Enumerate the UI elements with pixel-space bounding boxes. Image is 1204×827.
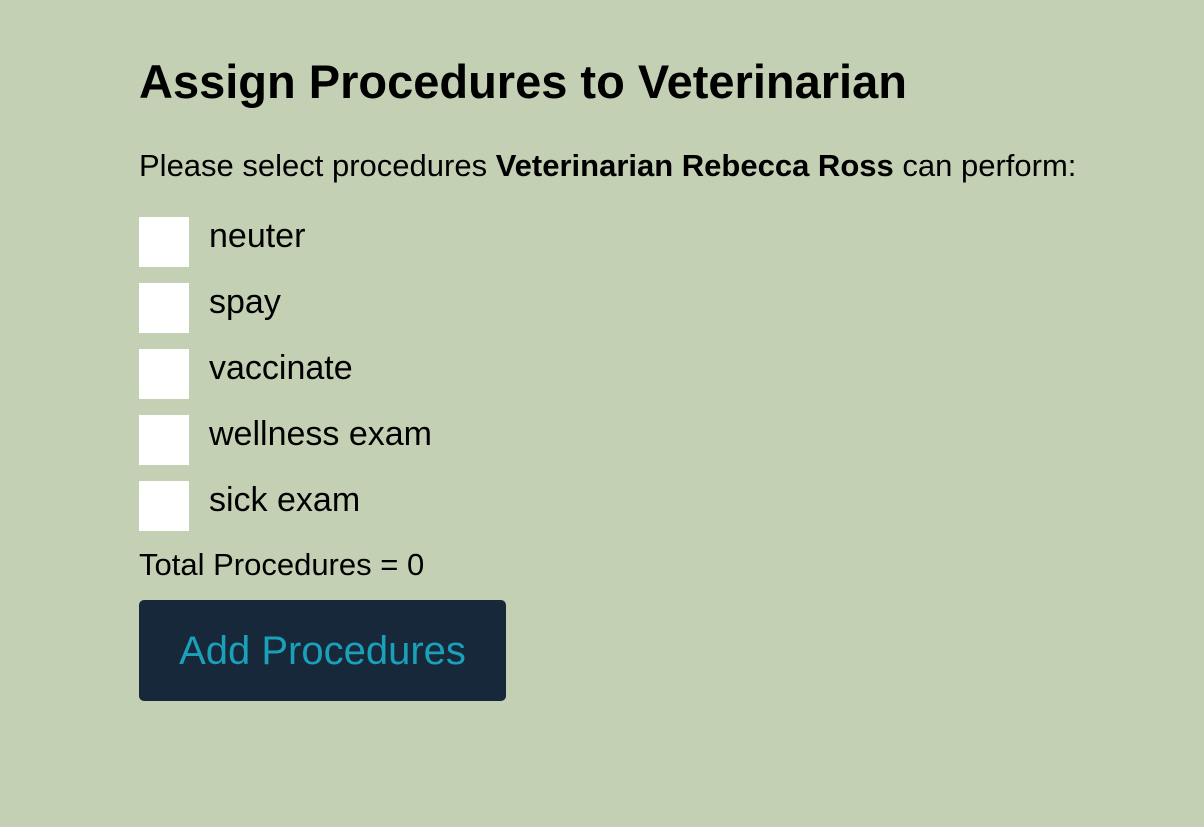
- veterinarian-name: Veterinarian Rebecca Ross: [495, 148, 894, 183]
- procedure-checkbox-vaccinate[interactable]: [139, 349, 189, 399]
- procedure-label: sick exam: [209, 481, 361, 519]
- procedure-checkbox-wellness-exam[interactable]: [139, 415, 189, 465]
- procedure-label: vaccinate: [209, 349, 353, 387]
- instruction-text: Please select procedures Veterinarian Re…: [139, 148, 1076, 184]
- procedure-label: wellness exam: [209, 415, 432, 453]
- total-procedures: Total Procedures = 0: [139, 547, 425, 582]
- instruction-prefix: Please select procedures: [139, 148, 496, 183]
- procedure-checkbox-neuter[interactable]: [139, 217, 189, 267]
- procedure-option-spay[interactable]: spay: [139, 283, 432, 333]
- procedure-label: neuter: [209, 217, 306, 255]
- procedure-checkbox-sick-exam[interactable]: [139, 481, 189, 531]
- procedure-checkbox-spay[interactable]: [139, 283, 189, 333]
- page-title: Assign Procedures to Veterinarian: [139, 55, 907, 108]
- procedure-option-vaccinate[interactable]: vaccinate: [139, 349, 432, 399]
- procedure-list: neuter spay vaccinate wellness exam sick…: [139, 217, 432, 547]
- instruction-suffix: can perform:: [893, 148, 1077, 183]
- procedure-option-sick-exam[interactable]: sick exam: [139, 481, 432, 531]
- add-procedures-button[interactable]: Add Procedures: [139, 600, 506, 701]
- procedure-label: spay: [209, 283, 281, 321]
- procedure-option-neuter[interactable]: neuter: [139, 217, 432, 267]
- procedure-option-wellness-exam[interactable]: wellness exam: [139, 415, 432, 465]
